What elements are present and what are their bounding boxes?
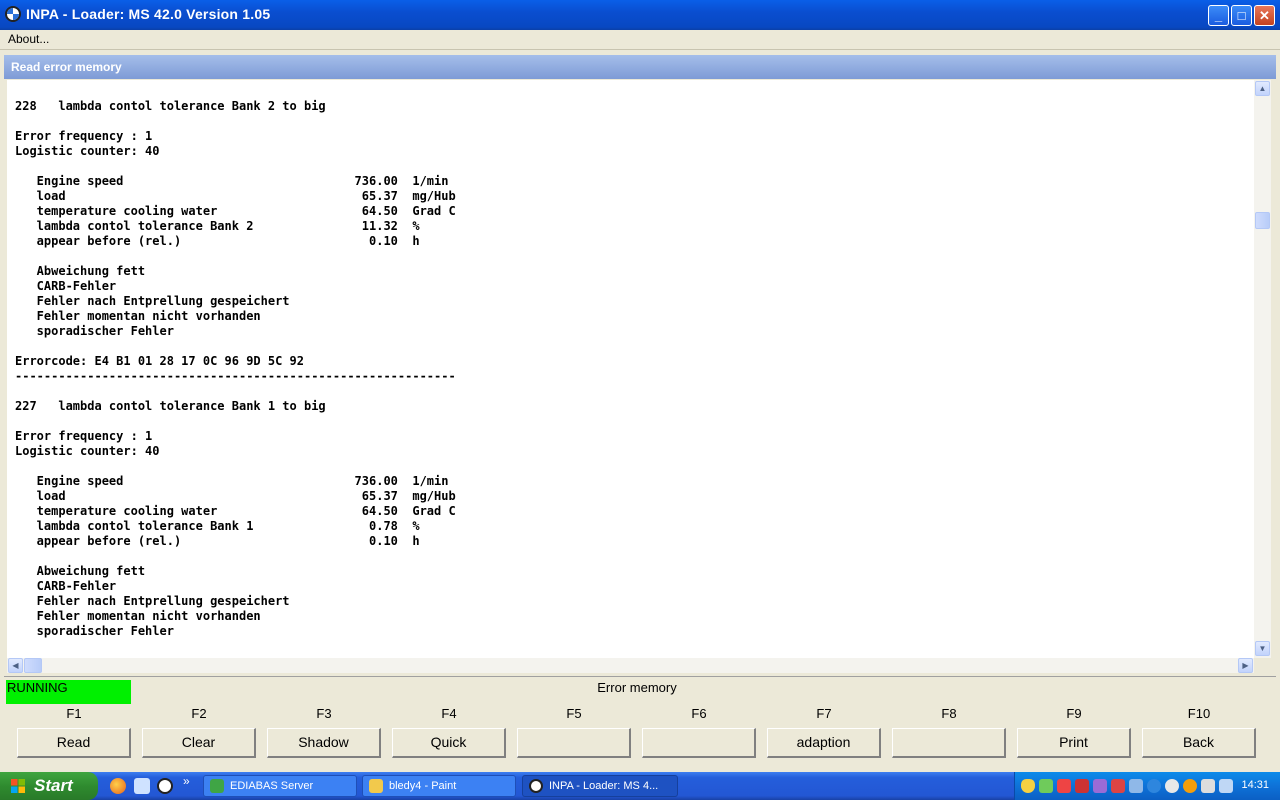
start-button[interactable]: Start bbox=[0, 772, 98, 800]
scrollbar-corner bbox=[1254, 658, 1271, 673]
update-icon[interactable] bbox=[1183, 779, 1197, 793]
inpa-app-icon bbox=[5, 6, 21, 22]
back-button[interactable]: Back bbox=[1142, 728, 1256, 758]
fkey-label-f10: F10 bbox=[1187, 706, 1211, 721]
device-icon[interactable] bbox=[1075, 779, 1089, 793]
quick-button[interactable]: Quick bbox=[392, 728, 506, 758]
title-bar[interactable]: INPA - Loader: MS 42.0 Version 1.05 _ □ … bbox=[0, 0, 1280, 30]
vertical-scrollbar[interactable]: ▲ ▼ bbox=[1254, 80, 1271, 658]
inpa-icon bbox=[529, 779, 543, 793]
fkey-label-f7: F7 bbox=[816, 706, 832, 721]
security-center-icon[interactable] bbox=[1057, 779, 1071, 793]
status-badge: RUNNING bbox=[6, 680, 131, 704]
fkey-label-f1: F1 bbox=[66, 706, 82, 721]
adaption-button[interactable]: adaption bbox=[767, 728, 881, 758]
clear-button[interactable]: Clear bbox=[142, 728, 256, 758]
task-label: EDIABAS Server bbox=[230, 780, 314, 792]
task-label: INPA - Loader: MS 4... bbox=[549, 780, 659, 792]
window-title: INPA - Loader: MS 42.0 Version 1.05 bbox=[26, 6, 271, 22]
shadow-button[interactable]: Shadow bbox=[267, 728, 381, 758]
scroll-right-arrow-icon[interactable]: ▶ bbox=[1238, 658, 1253, 673]
system-tray: 14:31 bbox=[1014, 772, 1280, 800]
read-button[interactable]: Read bbox=[17, 728, 131, 758]
start-label: Start bbox=[34, 776, 73, 795]
panel-header: Read error memory bbox=[4, 55, 1276, 79]
menu-item-about[interactable]: About... bbox=[8, 32, 49, 46]
ediabas-icon bbox=[210, 779, 224, 793]
task-paint[interactable]: bledy4 - Paint bbox=[362, 775, 516, 797]
clock: 14:31 bbox=[1241, 779, 1269, 791]
shield-icon[interactable] bbox=[1021, 779, 1035, 793]
windows-logo-icon bbox=[11, 779, 25, 793]
f5-button[interactable] bbox=[517, 728, 631, 758]
alert-icon[interactable] bbox=[1111, 779, 1125, 793]
fkey-label-f8: F8 bbox=[941, 706, 957, 721]
horizontal-scroll-thumb[interactable] bbox=[24, 658, 42, 673]
fkey-label-f2: F2 bbox=[191, 706, 207, 721]
fkey-label-f3: F3 bbox=[316, 706, 332, 721]
paint-icon bbox=[369, 779, 383, 793]
inpa-quicklaunch-icon[interactable] bbox=[157, 778, 173, 794]
connection-icon[interactable] bbox=[1129, 779, 1143, 793]
network-icon[interactable] bbox=[1039, 779, 1053, 793]
quicklaunch-overflow-icon[interactable]: » bbox=[183, 774, 190, 788]
sound-icon[interactable] bbox=[1165, 779, 1179, 793]
display-icon[interactable] bbox=[1219, 779, 1233, 793]
close-button[interactable]: ✕ bbox=[1254, 5, 1275, 26]
bluetooth-icon[interactable] bbox=[1147, 779, 1161, 793]
fkey-label-f6: F6 bbox=[691, 706, 707, 721]
task-label: bledy4 - Paint bbox=[389, 780, 457, 792]
vertical-scroll-thumb[interactable] bbox=[1255, 212, 1270, 229]
print-button[interactable]: Print bbox=[1017, 728, 1131, 758]
scroll-down-arrow-icon[interactable]: ▼ bbox=[1255, 641, 1270, 656]
status-text: RUNNING bbox=[7, 680, 68, 695]
menu-bar: About... bbox=[0, 30, 1280, 50]
taskbar: Start » EDIABAS Server bledy4 - Paint IN… bbox=[0, 772, 1280, 800]
f6-button[interactable] bbox=[642, 728, 756, 758]
phone-icon[interactable] bbox=[1201, 779, 1215, 793]
fkey-label-f9: F9 bbox=[1066, 706, 1082, 721]
firefox-icon[interactable] bbox=[110, 778, 126, 794]
task-ediabas-server[interactable]: EDIABAS Server bbox=[203, 775, 357, 797]
antivirus-icon[interactable] bbox=[1093, 779, 1107, 793]
error-report-textarea[interactable]: 228 lambda contol tolerance Bank 2 to bi… bbox=[7, 80, 1254, 658]
f8-button[interactable] bbox=[892, 728, 1006, 758]
fkey-label-f5: F5 bbox=[566, 706, 582, 721]
panel-title: Read error memory bbox=[11, 60, 122, 74]
minimize-button[interactable]: _ bbox=[1208, 5, 1229, 26]
horizontal-scrollbar[interactable]: ◀ ▶ bbox=[7, 658, 1254, 673]
scroll-up-arrow-icon[interactable]: ▲ bbox=[1255, 81, 1270, 96]
maximize-button[interactable]: □ bbox=[1231, 5, 1252, 26]
task-inpa-loader[interactable]: INPA - Loader: MS 4... bbox=[522, 775, 678, 797]
error-report-text: 228 lambda contol tolerance Bank 2 to bi… bbox=[15, 99, 456, 638]
screen-title: Error memory bbox=[597, 680, 677, 695]
fkey-label-f4: F4 bbox=[441, 706, 457, 721]
scroll-left-arrow-icon[interactable]: ◀ bbox=[8, 658, 23, 673]
desktop-icon[interactable] bbox=[134, 778, 150, 794]
